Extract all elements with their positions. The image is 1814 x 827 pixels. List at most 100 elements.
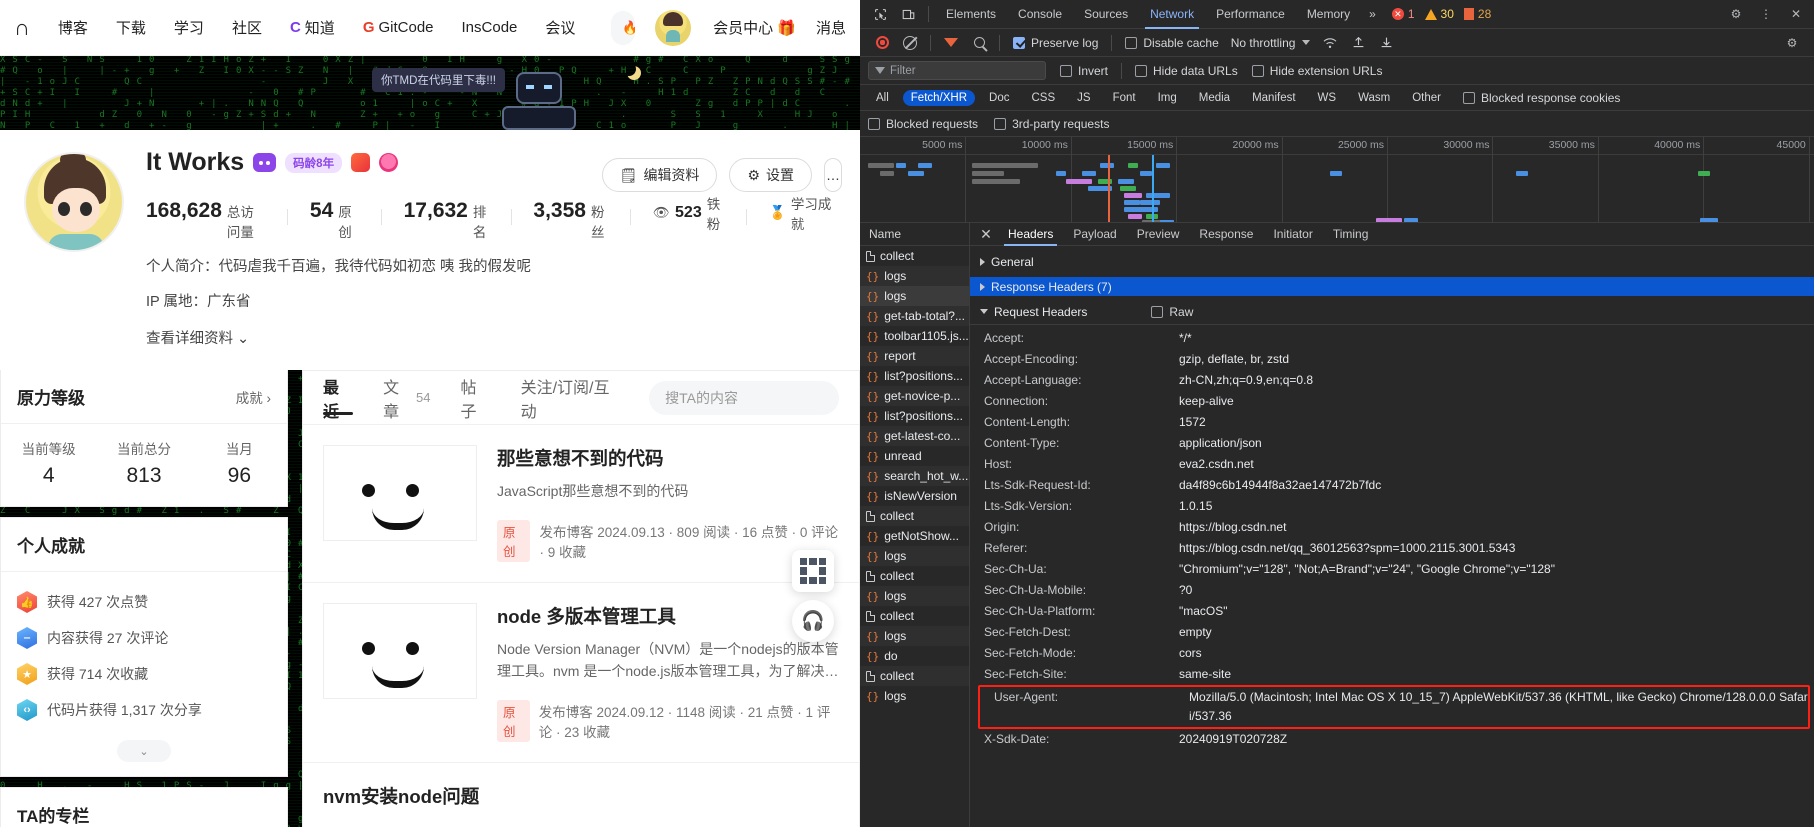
type-filter-manifest[interactable]: Manifest xyxy=(1244,90,1303,106)
tab-memory[interactable]: Memory xyxy=(1296,0,1361,29)
nav-item-inscode[interactable]: InsCode xyxy=(448,19,532,36)
raw-toggle[interactable]: Raw xyxy=(1151,305,1193,319)
request-row[interactable]: {} list?positions... xyxy=(860,366,969,386)
type-filter-css[interactable]: CSS xyxy=(1023,90,1063,106)
request-row[interactable]: {} logs xyxy=(860,286,969,306)
more-vertical-icon[interactable]: ⋮ xyxy=(1752,2,1780,27)
request-row[interactable]: collect xyxy=(860,666,969,686)
article-title[interactable]: node 多版本管理工具 xyxy=(497,603,839,629)
error-counter[interactable]: ✕ 1 xyxy=(1392,7,1415,21)
throttling-select[interactable]: No throttling xyxy=(1231,36,1311,50)
more-actions-button[interactable]: … xyxy=(824,158,842,192)
section-request-headers[interactable]: Request Headers Raw xyxy=(970,302,1814,321)
third-party-requests-checkbox[interactable]: 3rd-party requests xyxy=(994,117,1109,131)
request-row[interactable]: {} get-tab-total?... xyxy=(860,306,969,326)
tab-recent[interactable]: 最近 xyxy=(323,371,353,425)
tab-timing[interactable]: Timing xyxy=(1323,223,1379,246)
site-logo[interactable]: ∩ xyxy=(14,15,44,41)
blocked-requests-checkbox[interactable]: Blocked requests xyxy=(868,117,978,131)
tab-console[interactable]: Console xyxy=(1007,0,1073,29)
nav-item-zhidao[interactable]: C 知道 xyxy=(276,17,349,38)
nav-item-gitcode[interactable]: G GitCode xyxy=(349,19,448,36)
network-overview-timeline[interactable]: 5000 ms 10000 ms 15000 ms 20000 ms 25000 ms 3… xyxy=(860,137,1814,223)
type-filter-ws[interactable]: WS xyxy=(1310,90,1345,106)
clear-network-log-icon[interactable] xyxy=(896,30,924,55)
export-har-icon[interactable] xyxy=(1372,30,1400,55)
request-row[interactable]: {} report xyxy=(860,346,969,366)
type-filter-fetch-xhr[interactable]: Fetch/XHR xyxy=(903,90,975,106)
request-row[interactable]: {} logs xyxy=(860,626,969,646)
article-title[interactable]: 那些意想不到的代码 xyxy=(497,445,839,471)
request-row[interactable]: {} isNewVersion xyxy=(860,486,969,506)
network-conditions-icon[interactable] xyxy=(1316,30,1344,55)
request-row[interactable]: {} get-latest-co... xyxy=(860,426,969,446)
request-row[interactable]: {} do xyxy=(860,646,969,666)
nav-item-blog[interactable]: 博客 xyxy=(44,17,102,38)
preserve-log-checkbox[interactable]: Preserve log xyxy=(1013,36,1098,50)
messages-link[interactable]: 消息 xyxy=(816,17,846,38)
tab-elements[interactable]: Elements xyxy=(935,0,1007,29)
member-center-link[interactable]: 会员中心 🎁 xyxy=(713,17,796,38)
type-filter-media[interactable]: Media xyxy=(1191,90,1238,106)
name-column-header[interactable]: Name xyxy=(860,223,969,246)
import-har-icon[interactable] xyxy=(1344,30,1372,55)
nav-item-community[interactable]: 社区 xyxy=(218,17,276,38)
inspect-element-icon[interactable] xyxy=(866,2,894,27)
tab-response[interactable]: Response xyxy=(1189,223,1263,246)
request-row[interactable]: {} logs xyxy=(860,266,969,286)
type-filter-other[interactable]: Other xyxy=(1404,90,1449,106)
profile-avatar[interactable] xyxy=(24,152,124,252)
type-filter-js[interactable]: JS xyxy=(1069,90,1098,106)
request-row[interactable]: {} unread xyxy=(860,446,969,466)
warning-counter[interactable]: 30 xyxy=(1425,7,1454,21)
search-box[interactable]: 🔥 🔍 搜索 xyxy=(611,11,635,45)
learning-achievement-link[interactable]: 🏅 学习成就 xyxy=(769,193,836,233)
request-row[interactable]: {} toolbar1105.js... xyxy=(860,326,969,346)
request-row[interactable]: {} getNotShow... xyxy=(860,526,969,546)
nav-item-meeting[interactable]: 会议 xyxy=(531,17,589,38)
record-stop-icon[interactable] xyxy=(868,30,896,55)
tab-performance[interactable]: Performance xyxy=(1205,0,1296,29)
disable-cache-checkbox[interactable]: Disable cache xyxy=(1125,36,1218,50)
tab-preview[interactable]: Preview xyxy=(1127,223,1190,246)
headers-scroll-area[interactable]: General Response Headers (7) Request Hea… xyxy=(970,246,1814,827)
settings-gear-icon[interactable]: ⚙ xyxy=(1722,2,1750,27)
tab-posts[interactable]: 帖子 xyxy=(461,371,491,425)
type-filter-font[interactable]: Font xyxy=(1105,90,1144,106)
view-detail-link[interactable]: 查看详细资料 ⌄ xyxy=(146,327,836,348)
header-avatar[interactable] xyxy=(655,10,691,46)
tab-articles[interactable]: 文章 54 xyxy=(383,371,430,425)
filter-icon[interactable] xyxy=(937,30,965,55)
request-row[interactable]: {} search_hot_w... xyxy=(860,466,969,486)
close-devtools-icon[interactable]: ✕ xyxy=(1782,2,1810,27)
tab-sources[interactable]: Sources xyxy=(1073,0,1139,29)
question-item[interactable]: nvm安装node问题 发布问题 2024.09.12 · 2 回答 xyxy=(303,763,859,827)
tab-initiator[interactable]: Initiator xyxy=(1263,223,1322,246)
type-filter-img[interactable]: Img xyxy=(1150,90,1185,106)
tab-headers[interactable]: Headers xyxy=(998,223,1063,246)
hide-data-urls-checkbox[interactable]: Hide data URLs xyxy=(1135,64,1238,78)
request-row[interactable]: {} list?positions... xyxy=(860,406,969,426)
request-row[interactable]: collect xyxy=(860,606,969,626)
expand-achievements-button[interactable]: ⌄ xyxy=(117,740,171,762)
filter-input[interactable]: Filter xyxy=(868,61,1046,80)
invert-checkbox[interactable]: Invert xyxy=(1060,64,1108,78)
settings-button[interactable]: ⚙ 设置 xyxy=(729,158,812,192)
level-card-more-link[interactable]: 成就 › xyxy=(236,387,271,407)
request-row[interactable]: {} logs xyxy=(860,546,969,566)
close-icon[interactable]: ✕ xyxy=(974,223,998,246)
tab-payload[interactable]: Payload xyxy=(1063,223,1126,246)
type-filter-wasm[interactable]: Wasm xyxy=(1350,90,1398,106)
article-item[interactable]: 那些意想不到的代码 JavaScript那些意想不到的代码 原创 发布博客 20… xyxy=(303,425,859,583)
type-filter-all[interactable]: All xyxy=(868,90,897,106)
qr-code-icon[interactable] xyxy=(792,550,834,592)
blocked-response-cookies-checkbox[interactable]: Blocked response cookies xyxy=(1463,91,1620,105)
nav-item-learn[interactable]: 学习 xyxy=(160,17,218,38)
edit-profile-button[interactable]: 🗒 编辑资料 xyxy=(602,158,718,192)
device-toolbar-icon[interactable] xyxy=(894,2,922,27)
tab-follow[interactable]: 关注/订阅/互动 xyxy=(521,371,620,425)
request-row[interactable]: collect xyxy=(860,246,969,266)
request-row[interactable]: {} logs xyxy=(860,686,969,706)
article-item[interactable]: node 多版本管理工具 Node Version Manager（NVM）是一… xyxy=(303,583,859,763)
type-filter-doc[interactable]: Doc xyxy=(981,90,1017,106)
